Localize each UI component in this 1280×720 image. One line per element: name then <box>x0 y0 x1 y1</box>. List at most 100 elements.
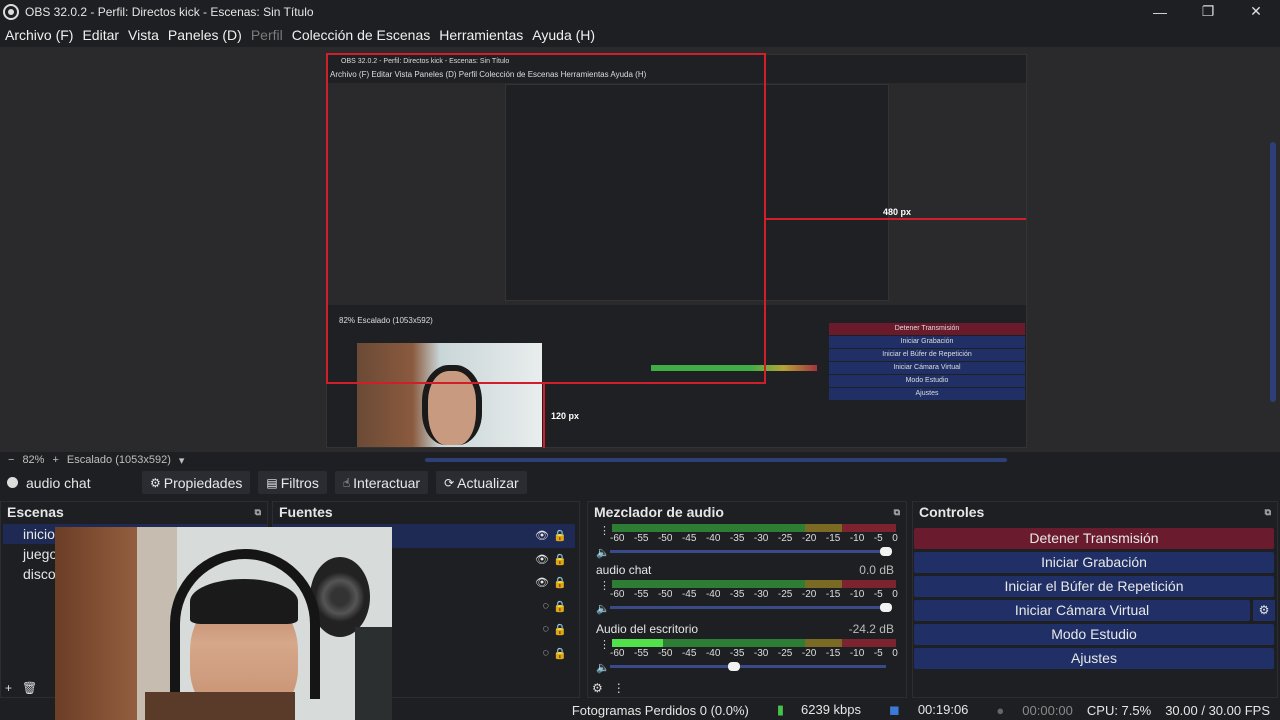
start-recording-button[interactable]: Iniciar Grabación <box>914 552 1274 573</box>
sources-title: Fuentes <box>279 504 333 520</box>
nested-menu: Archivo (F) Editar Vista Paneles (D) Per… <box>330 70 647 79</box>
eye-hidden-icon[interactable]: ◌ <box>542 623 549 635</box>
properties-button[interactable]: ⚙ Propiedades <box>142 471 251 494</box>
stop-streaming-button[interactable]: Detener Transmisión <box>914 528 1274 549</box>
close-button[interactable]: ✕ <box>1232 0 1280 23</box>
studio-mode-button[interactable]: Modo Estudio <box>914 624 1274 645</box>
webcam-wall <box>55 527 137 720</box>
menu-herramientas[interactable]: Herramientas <box>439 27 523 43</box>
settings-button[interactable]: Ajustes <box>914 648 1274 669</box>
nested-webcam-face <box>422 365 482 445</box>
dock-float-icon[interactable]: ⧉ <box>894 507 900 518</box>
window-controls: — ❐ ✕ <box>1136 0 1280 23</box>
interact-button[interactable]: ☝ Interactuar <box>334 471 429 494</box>
mixer-footer: ⚙ ⋮ <box>592 681 625 695</box>
zoom-level: 82% <box>22 454 45 466</box>
menu-vista[interactable]: Vista <box>128 27 159 43</box>
menu-paneles[interactable]: Paneles (D) <box>168 27 242 43</box>
dock-float-icon[interactable]: ⧉ <box>1265 507 1271 518</box>
volume-slider[interactable] <box>610 547 892 556</box>
audio-source-icon <box>7 477 18 488</box>
lock-icon[interactable]: 🔒 <box>553 529 567 542</box>
eye-icon[interactable]: 👁 <box>535 553 549 566</box>
maximize-button[interactable]: ❐ <box>1184 0 1232 23</box>
lock-icon[interactable]: 🔒 <box>553 576 567 589</box>
fps-status: 30.00 / 30.00 FPS <box>1165 702 1270 718</box>
menu-archivo[interactable]: Archivo (F) <box>5 27 73 43</box>
nested-obs-capture: OBS 32.0.2 - Perfil: Directos kick - Esc… <box>326 54 1027 448</box>
preview-horizontal-scrollbar[interactable] <box>425 458 1007 462</box>
meter-scale: -60 -55 -50 -45 -40 -35 -30 -25 -20 -15 -10 -5 0 <box>610 533 898 544</box>
record-icon: ● <box>996 702 1005 718</box>
advanced-audio-icon[interactable]: ⚙ <box>592 681 603 695</box>
replay-buffer-button[interactable]: Iniciar el Búfer de Repetición <box>914 576 1274 597</box>
preview-vertical-scrollbar[interactable] <box>1270 142 1276 402</box>
eye-hidden-icon[interactable]: ◌ <box>542 600 549 612</box>
bitrate-status: ▮ 6239 kbps <box>763 702 861 718</box>
refresh-icon: ⟳ <box>444 475 455 490</box>
gear-icon: ⚙ <box>150 475 161 490</box>
eye-hidden-icon[interactable]: ◌ <box>542 647 549 659</box>
refresh-label: Actualizar <box>457 474 519 491</box>
zoom-out-button[interactable]: − <box>8 454 14 466</box>
menu-editar[interactable]: Editar <box>82 27 119 43</box>
scale-dropdown-icon[interactable]: ▾ <box>179 454 185 467</box>
channel-menu-icon[interactable]: ⋮ <box>599 638 610 651</box>
controls-list: Detener Transmisión Iniciar Grabación In… <box>913 528 1275 672</box>
minimize-button[interactable]: — <box>1136 0 1184 23</box>
channel-db: -24.2 dB <box>848 622 894 636</box>
menu-coleccion-escenas[interactable]: Colección de Escenas <box>292 27 431 43</box>
interact-label: Interactuar <box>353 474 421 491</box>
signal-icon: ▮ <box>776 702 785 717</box>
menu-ayuda[interactable]: Ayuda (H) <box>532 27 595 43</box>
eye-icon[interactable]: 👁 <box>535 529 549 542</box>
lock-icon[interactable]: 🔒 <box>553 647 567 660</box>
filters-button[interactable]: ▤ Filtros <box>258 471 327 494</box>
volume-knob[interactable] <box>880 603 892 612</box>
volume-knob[interactable] <box>880 547 892 556</box>
sources-header: Fuentes <box>273 502 579 522</box>
remove-scene-icon[interactable]: 🗑 <box>22 681 37 695</box>
speaker-icon[interactable]: 🔈 <box>596 661 610 674</box>
volume-slider[interactable] <box>610 662 886 671</box>
mixer-menu-icon[interactable]: ⋮ <box>613 681 625 695</box>
selected-source-name: audio chat <box>26 474 91 491</box>
speaker-icon[interactable]: 🔈 <box>596 546 610 559</box>
channel-menu-icon[interactable]: ⋮ <box>599 524 610 537</box>
guide-line-left <box>326 53 328 384</box>
channel-menu-icon[interactable]: ⋮ <box>599 579 610 592</box>
zoom-in-button[interactable]: + <box>52 454 58 466</box>
level-meter <box>612 580 896 588</box>
lock-icon[interactable]: 🔒 <box>553 600 567 613</box>
record-time: 00:00:00 <box>1022 702 1073 718</box>
scenes-footer: + 🗑 <box>5 681 37 695</box>
lock-icon[interactable]: 🔒 <box>553 553 567 566</box>
nested-ctrl-replay: Iniciar el Búfer de Repetición <box>829 349 1025 361</box>
nested-zoom-text: 82% Escalado (1053x592) <box>339 315 433 325</box>
obs-logo-icon <box>3 3 19 20</box>
guide-line-120 <box>543 382 545 448</box>
volume-slider[interactable] <box>610 603 892 612</box>
speaker-icon[interactable]: 🔈 <box>596 602 610 615</box>
scale-label: Escalado (1053x592) <box>66 454 171 466</box>
record-time-status: ● 00:00:00 <box>982 703 1072 718</box>
level-fill <box>612 639 664 647</box>
eye-icon[interactable]: 👁 <box>535 576 549 589</box>
level-meter <box>612 639 896 647</box>
add-scene-icon[interactable]: + <box>5 681 12 695</box>
bitrate-value: 6239 kbps <box>801 702 862 717</box>
stream-time-status: ◼ 00:19:06 <box>875 702 968 718</box>
audio-mixer-dock: Mezclador de audio ⧉ ⋮ -60 -55 -50 -45 -40 -3… <box>587 501 907 698</box>
volume-knob[interactable] <box>728 662 741 671</box>
virtual-camera-settings-icon[interactable]: ⚙ <box>1253 600 1275 621</box>
dock-float-icon[interactable]: ⧉ <box>255 507 261 518</box>
nested-ctrl-stop: Detener Transmisión <box>829 323 1025 335</box>
lock-icon[interactable]: 🔒 <box>553 623 567 636</box>
guide-label-120: 120 px <box>551 411 580 421</box>
status-bar: Fotogramas Perdidos 0 (0.0%) ▮ 6239 kbps … <box>0 700 1280 720</box>
refresh-button[interactable]: ⟳ Actualizar <box>436 471 527 494</box>
virtual-camera-button[interactable]: Iniciar Cámara Virtual <box>914 600 1250 621</box>
preview-area[interactable]: OBS 32.0.2 - Perfil: Directos kick - Esc… <box>0 47 1280 452</box>
nested-window-title: OBS 32.0.2 - Perfil: Directos kick - Esc… <box>341 58 510 65</box>
menu-perfil: Perfil <box>250 27 283 43</box>
